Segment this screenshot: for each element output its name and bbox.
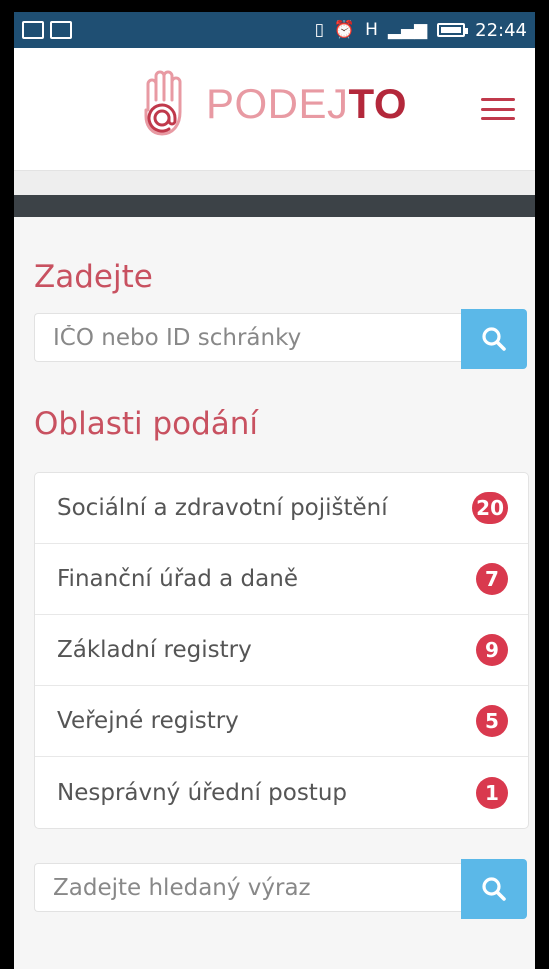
status-indicators: ▯ ⏰ H ▂▄▆ 22:44 [315, 20, 527, 41]
keyword-search-button[interactable] [461, 859, 527, 919]
count-badge: 1 [476, 776, 508, 809]
phone-screen: ▯ ⏰ H ▂▄▆ 22:44 PODEJTO Zadejte IČO nebo… [14, 12, 535, 969]
list-item-label: Sociální a zdravotní pojištění [57, 495, 388, 521]
list-item[interactable]: Sociální a zdravotní pojištění 20 [35, 473, 528, 544]
hand-logo-icon [144, 70, 182, 136]
alarm-icon: ⏰ [333, 19, 356, 40]
status-bar: ▯ ⏰ H ▂▄▆ 22:44 [14, 12, 535, 48]
status-time: 22:44 [475, 19, 527, 41]
keyword-search-form [34, 859, 527, 919]
gmail-icon [22, 21, 44, 39]
logo-suffix: TO [348, 80, 408, 127]
image-icon [50, 21, 72, 39]
list-item[interactable]: Nesprávný úřední postup 1 [35, 757, 528, 828]
areas-heading: Oblasti podání [34, 406, 259, 442]
keyword-search-input[interactable] [34, 863, 461, 912]
dark-band [14, 195, 535, 217]
search-icon [482, 327, 506, 351]
id-search-button[interactable] [461, 309, 527, 369]
main-content: Zadejte Oblasti podání Sociální a zdravo… [14, 217, 535, 919]
list-item[interactable]: Veřejné registry 5 [35, 686, 528, 757]
menu-icon[interactable] [481, 98, 515, 120]
list-item[interactable]: Základní registry 9 [35, 615, 528, 686]
count-badge: 5 [476, 705, 508, 737]
list-item[interactable]: Finanční úřad a daně 7 [35, 544, 528, 615]
logo-text: PODEJTO [206, 80, 407, 128]
count-badge: 20 [472, 492, 508, 524]
network-type-label: H [365, 19, 378, 40]
battery-icon [437, 23, 469, 37]
vibrate-icon: ▯ [314, 19, 324, 40]
id-search-form [34, 309, 527, 369]
status-notifications [22, 21, 72, 39]
areas-list: Sociální a zdravotní pojištění 20 Finanč… [34, 472, 529, 829]
list-item-label: Finanční úřad a daně [57, 566, 298, 592]
header-divider [14, 170, 535, 195]
list-item-label: Veřejné registry [57, 708, 239, 734]
list-item-label: Základní registry [57, 637, 252, 663]
logo-prefix: PODEJ [206, 80, 349, 127]
list-item-label: Nesprávný úřední postup [57, 779, 348, 806]
id-search-input[interactable] [34, 313, 461, 362]
count-badge: 7 [476, 563, 508, 595]
count-badge: 9 [476, 634, 508, 666]
signal-icon: ▂▄▆ [387, 19, 428, 40]
search-icon [482, 877, 506, 901]
app-header: PODEJTO [14, 48, 535, 170]
logo[interactable]: PODEJTO [140, 70, 407, 138]
search-heading: Zadejte [34, 259, 153, 295]
